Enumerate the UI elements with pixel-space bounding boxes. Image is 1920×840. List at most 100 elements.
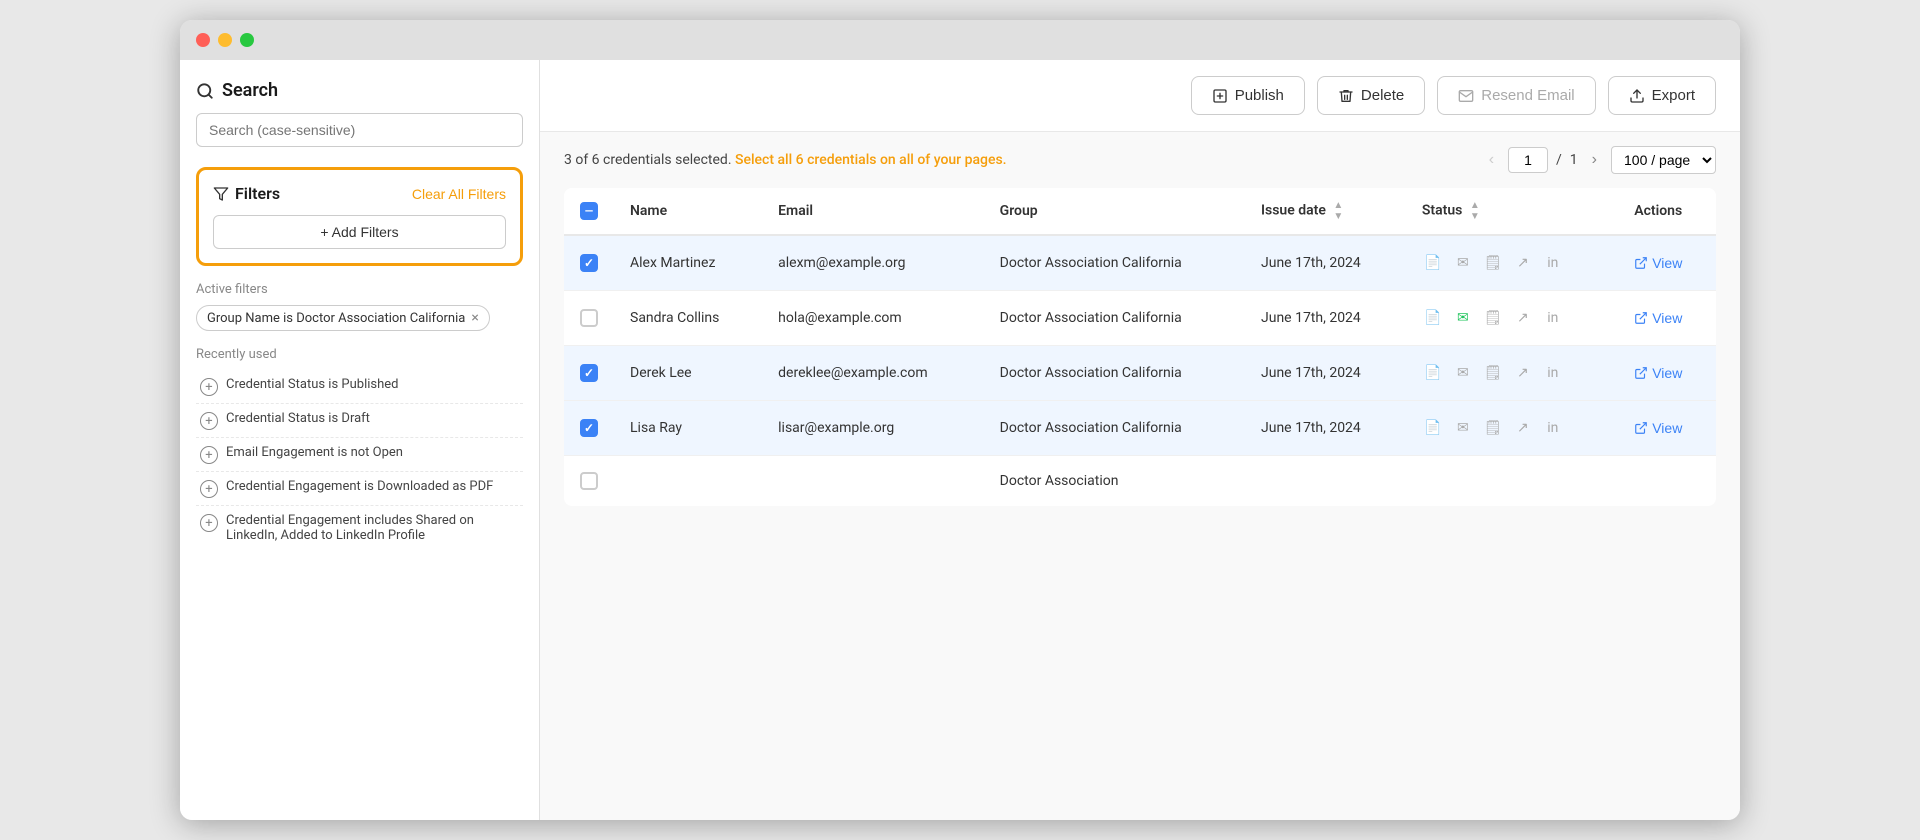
- recent-filter-item[interactable]: + Email Engagement is not Open: [196, 438, 523, 472]
- col-issue-date[interactable]: Issue date ▲▼: [1245, 188, 1406, 235]
- credential-view-icon[interactable]: 🗒: [1482, 252, 1504, 274]
- external-link-icon: [1634, 311, 1648, 325]
- recent-filter-item[interactable]: + Credential Engagement is Downloaded as…: [196, 472, 523, 506]
- per-page-select[interactable]: 100 / page 50 / page 25 / page: [1611, 146, 1716, 174]
- credential-view-icon[interactable]: 🗒: [1482, 307, 1504, 329]
- credential-doc-icon[interactable]: 📄: [1422, 362, 1444, 384]
- cell-actions: [1618, 456, 1716, 507]
- email-icon[interactable]: ✉: [1452, 252, 1474, 274]
- share-icon[interactable]: ↗: [1512, 307, 1534, 329]
- cell-status: 📄 ✉ 🗒 ↗ in: [1406, 291, 1618, 346]
- cell-group: Doctor Association California: [984, 291, 1245, 346]
- status-icons: 📄 ✉ 🗒 ↗ in: [1422, 362, 1602, 384]
- share-icon[interactable]: ↗: [1512, 252, 1534, 274]
- filters-title: Filters: [213, 184, 280, 203]
- cell-actions: View: [1618, 291, 1716, 346]
- linkedin-icon[interactable]: in: [1542, 417, 1564, 439]
- view-button[interactable]: View: [1634, 310, 1682, 326]
- next-page-button[interactable]: ›: [1586, 149, 1603, 171]
- cell-date: June 17th, 2024: [1245, 291, 1406, 346]
- row-checkbox-cell[interactable]: [564, 346, 614, 401]
- page-number-input[interactable]: [1508, 147, 1548, 173]
- active-filter-tag: Group Name is Doctor Association Califor…: [196, 305, 490, 331]
- recent-filter-label: Credential Engagement is Downloaded as P…: [226, 479, 493, 494]
- table-wrapper: Name Email Group Issue date ▲▼ Status ▲▼: [540, 188, 1740, 820]
- pagination: ‹ / 1 › 100 / page 50 / page 25 / page: [1483, 146, 1716, 174]
- select-all-link[interactable]: Select all 6 credentials on all of your …: [735, 152, 1007, 168]
- credential-doc-icon[interactable]: 📄: [1422, 252, 1444, 274]
- linkedin-icon[interactable]: in: [1542, 252, 1564, 274]
- row-checkbox[interactable]: [580, 419, 598, 437]
- active-filters-section: Active filters Group Name is Doctor Asso…: [196, 282, 523, 331]
- cell-email: lisar@example.org: [762, 401, 984, 456]
- cell-email: alexm@example.org: [762, 235, 984, 291]
- remove-filter-button[interactable]: ×: [471, 310, 478, 326]
- recent-filter-item[interactable]: + Credential Engagement includes Shared …: [196, 506, 523, 550]
- add-filters-button[interactable]: + Add Filters: [213, 215, 506, 249]
- view-button[interactable]: View: [1634, 365, 1682, 381]
- row-checkbox[interactable]: [580, 309, 598, 327]
- search-input[interactable]: [196, 113, 523, 147]
- search-title: Search: [196, 80, 523, 101]
- export-icon: [1629, 88, 1645, 104]
- view-button[interactable]: View: [1634, 420, 1682, 436]
- recent-filter-label: Credential Status is Published: [226, 377, 399, 392]
- status-icons: 📄 ✉ 🗒 ↗ in: [1422, 307, 1602, 329]
- maximize-dot[interactable]: [240, 33, 254, 47]
- search-icon: [196, 82, 214, 100]
- share-icon[interactable]: ↗: [1512, 362, 1534, 384]
- linkedin-icon[interactable]: in: [1542, 362, 1564, 384]
- row-checkbox-cell[interactable]: [564, 291, 614, 346]
- close-dot[interactable]: [196, 33, 210, 47]
- recent-filter-label: Email Engagement is not Open: [226, 445, 403, 460]
- delete-button[interactable]: Delete: [1317, 76, 1425, 115]
- cell-date: June 17th, 2024: [1245, 401, 1406, 456]
- filters-header: Filters Clear All Filters: [213, 184, 506, 203]
- export-button[interactable]: Export: [1608, 76, 1716, 115]
- email-icon[interactable]: ✉: [1452, 362, 1474, 384]
- select-all-checkbox-header[interactable]: [564, 188, 614, 235]
- main-content: Search Filters Clear All Filters + Add F…: [180, 60, 1740, 820]
- clear-filters-button[interactable]: Clear All Filters: [412, 186, 506, 202]
- cell-name: Alex Martinez: [614, 235, 762, 291]
- view-button[interactable]: View: [1634, 255, 1682, 271]
- resend-email-button[interactable]: Resend Email: [1437, 76, 1595, 115]
- row-checkbox[interactable]: [580, 254, 598, 272]
- row-checkbox[interactable]: [580, 364, 598, 382]
- external-link-icon: [1634, 256, 1648, 270]
- col-name: Name: [614, 188, 762, 235]
- row-checkbox-cell[interactable]: [564, 456, 614, 507]
- add-filter-icon: +: [200, 378, 218, 396]
- credential-doc-icon[interactable]: 📄: [1422, 417, 1444, 439]
- share-icon[interactable]: ↗: [1512, 417, 1534, 439]
- email-icon[interactable]: ✉: [1452, 417, 1474, 439]
- recent-filter-item[interactable]: + Credential Status is Published: [196, 370, 523, 404]
- row-checkbox[interactable]: [580, 472, 598, 490]
- credential-doc-icon[interactable]: 📄: [1422, 307, 1444, 329]
- recent-filter-item[interactable]: + Credential Status is Draft: [196, 404, 523, 438]
- email-icon[interactable]: ✉: [1452, 307, 1474, 329]
- sort-icons-status: ▲▼: [1470, 200, 1480, 222]
- row-checkbox-cell[interactable]: [564, 235, 614, 291]
- cell-group: Doctor Association: [984, 456, 1245, 507]
- add-filter-icon: +: [200, 446, 218, 464]
- cell-name: Lisa Ray: [614, 401, 762, 456]
- search-section: Search: [196, 80, 523, 147]
- row-checkbox-cell[interactable]: [564, 401, 614, 456]
- header-checkbox[interactable]: [580, 202, 598, 220]
- linkedin-icon[interactable]: in: [1542, 307, 1564, 329]
- prev-page-button[interactable]: ‹: [1483, 149, 1500, 171]
- minimize-dot[interactable]: [218, 33, 232, 47]
- cell-date: June 17th, 2024: [1245, 346, 1406, 401]
- resend-email-icon: [1458, 88, 1474, 104]
- table-row: Sandra Collins hola@example.com Doctor A…: [564, 291, 1716, 346]
- status-icons: 📄 ✉ 🗒 ↗ in: [1422, 417, 1602, 439]
- col-group: Group: [984, 188, 1245, 235]
- table-row: Lisa Ray lisar@example.org Doctor Associ…: [564, 401, 1716, 456]
- credential-view-icon[interactable]: 🗒: [1482, 417, 1504, 439]
- publish-button[interactable]: Publish: [1191, 76, 1305, 115]
- top-bar: Publish Delete Resend Email: [540, 60, 1740, 132]
- active-filter-text: Group Name is Doctor Association Califor…: [207, 311, 465, 326]
- credential-view-icon[interactable]: 🗒: [1482, 362, 1504, 384]
- cell-email: dereklee@example.com: [762, 346, 984, 401]
